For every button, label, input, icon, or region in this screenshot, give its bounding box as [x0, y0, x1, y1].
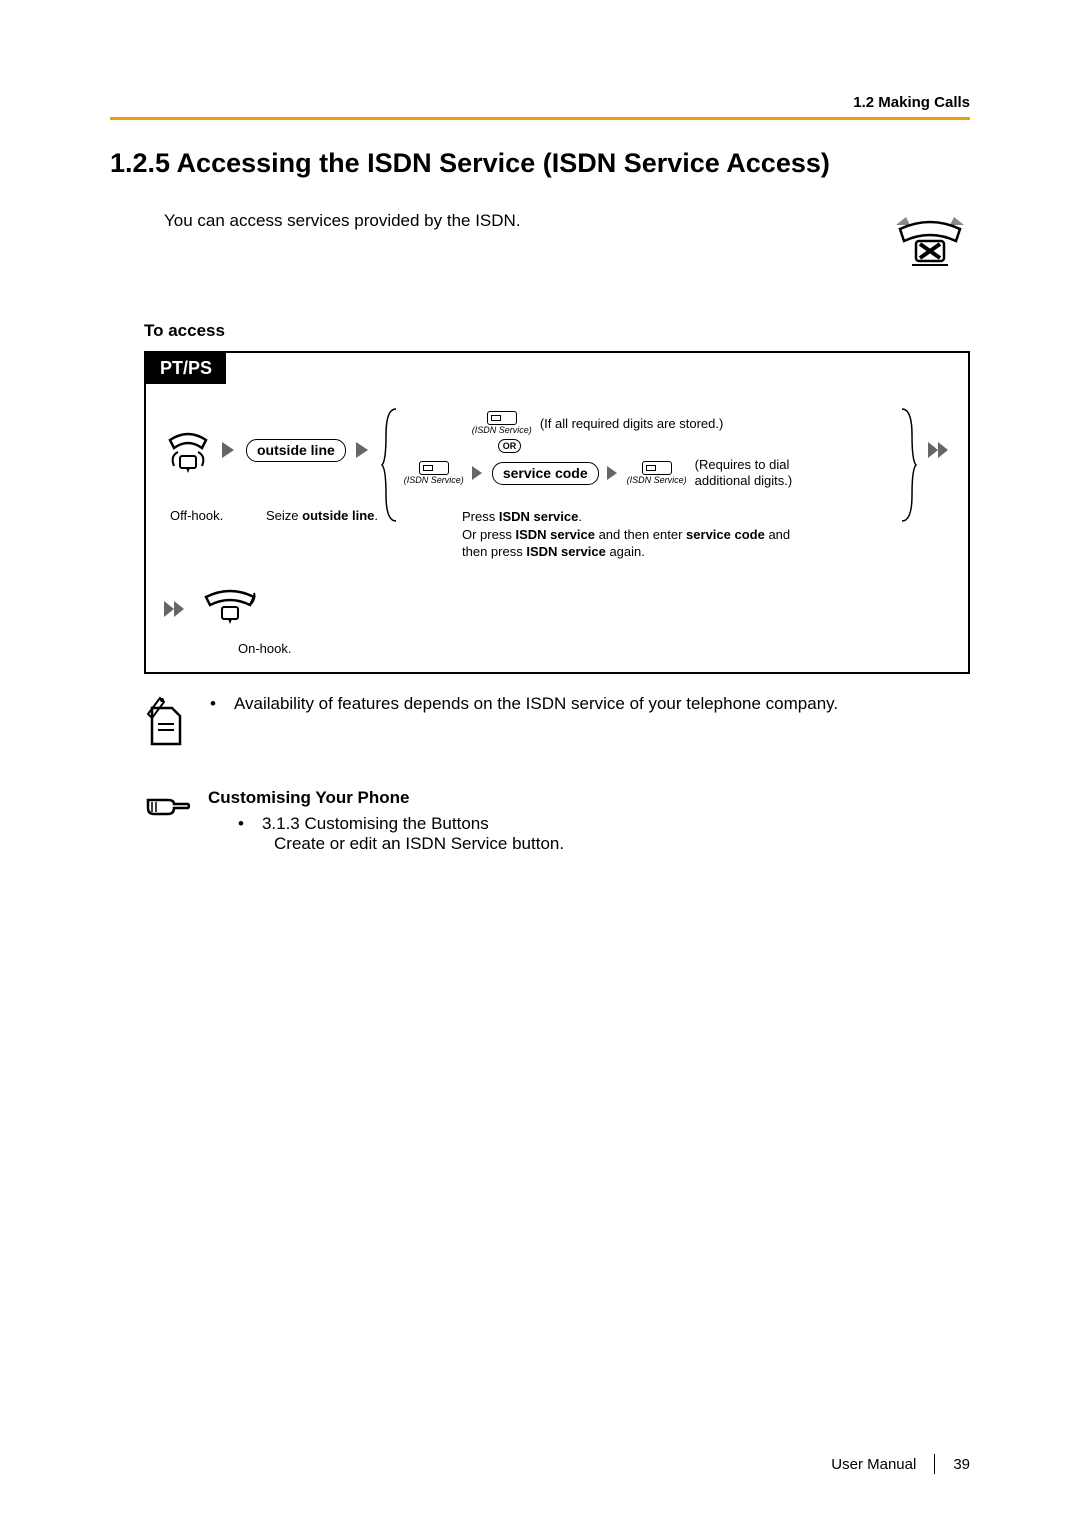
isdn-service-key: (ISDN Service) — [472, 411, 532, 435]
customising-body: Customising Your Phone • 3.1.3 Customisi… — [208, 788, 564, 854]
service-code-key: service code — [492, 462, 599, 485]
branch-inner: (ISDN Service) (If all required digits a… — [380, 411, 918, 488]
onhook-icon — [202, 585, 250, 633]
cap-text: Press — [462, 509, 499, 524]
customising-item: • 3.1.3 Customising the Buttons — [238, 814, 564, 834]
arrow-icon — [607, 466, 619, 480]
intro-row: You can access services provided by the … — [164, 211, 970, 271]
hand-point-icon — [144, 792, 190, 822]
header-rule: 1.2 Making Calls — [110, 90, 970, 120]
key-icon — [642, 461, 672, 475]
header-section: 1.2 Making Calls — [853, 94, 970, 111]
cap-bold: outside line — [302, 508, 374, 523]
cap-bold: ISDN service — [499, 509, 579, 524]
note-text: Availability of features depends on the … — [234, 694, 838, 714]
flow-row-1: outside line — [164, 400, 950, 500]
page-title: 1.2.5 Accessing the ISDN Service (ISDN S… — [110, 148, 970, 179]
cap-text: and — [765, 527, 790, 542]
cap-text: and then enter — [595, 527, 686, 542]
branch-bottom: (ISDN Service) service code (ISDN Servic… — [404, 457, 894, 488]
customising-list: • 3.1.3 Customising the Buttons Create o… — [238, 814, 564, 854]
flow-row-2 — [164, 585, 950, 633]
isdn-key-label: (ISDN Service) — [404, 476, 464, 485]
customising-item-text: 3.1.3 Customising the Buttons — [262, 814, 489, 834]
branch-top: (ISDN Service) (If all required digits a… — [404, 411, 894, 435]
outside-line-key: outside line — [246, 439, 346, 462]
customising-title: Customising Your Phone — [208, 788, 564, 808]
key-icon — [487, 411, 517, 425]
cap-text: Seize — [266, 508, 302, 523]
annot-requires-dial: (Requires to dial additional digits.) — [695, 457, 793, 488]
cap-text: Or press — [462, 527, 515, 542]
continue-arrow-icon — [928, 442, 950, 458]
arrow-icon — [472, 466, 484, 480]
or-label: OR — [498, 439, 522, 453]
procedure-box: PT/PS outside line — [144, 351, 970, 674]
branch-group: (ISDN Service) (If all required digits a… — [380, 411, 918, 488]
cap-bold: ISDN service — [526, 544, 606, 559]
footer-label: User Manual — [831, 1456, 916, 1473]
isdn-key-label: (ISDN Service) — [627, 476, 687, 485]
offhook-icon — [164, 426, 212, 474]
isdn-key-label: (ISDN Service) — [472, 426, 532, 435]
captions-row: Off-hook. Seize outside line. Press ISDN… — [164, 508, 950, 561]
cap-text: then press — [462, 544, 526, 559]
cap-text: . — [578, 509, 582, 524]
arrow-icon — [356, 442, 370, 458]
arrow-icon — [222, 442, 236, 458]
notepad-icon — [144, 694, 188, 748]
continue-arrow-icon — [164, 601, 186, 617]
phone-disabled-icon — [890, 211, 970, 271]
intro-text: You can access services provided by the … — [164, 211, 850, 231]
isdn-service-key: (ISDN Service) — [404, 461, 464, 485]
isdn-service-key: (ISDN Service) — [627, 461, 687, 485]
cap-bold: ISDN service — [515, 527, 595, 542]
footer: User Manual 39 — [831, 1454, 970, 1474]
caption-offhook: Off-hook. — [170, 508, 256, 523]
annot-all-digits: (If all required digits are stored.) — [540, 416, 724, 432]
cap-text: . — [374, 508, 378, 523]
caption-press: Press ISDN service. Or press ISDN servic… — [462, 508, 790, 561]
cap-bold: service code — [686, 527, 765, 542]
bullet-dot: • — [238, 814, 244, 834]
annot-line1: (Requires to dial — [695, 457, 790, 472]
key-icon — [419, 461, 449, 475]
cap-text: again. — [606, 544, 645, 559]
customising-row: Customising Your Phone • 3.1.3 Customisi… — [144, 788, 970, 854]
note-row: • Availability of features depends on th… — [144, 694, 970, 748]
note-body: • Availability of features depends on th… — [210, 694, 838, 714]
customising-desc: Create or edit an ISDN Service button. — [274, 834, 564, 854]
left-brace-icon — [380, 405, 400, 525]
annot-line2: additional digits.) — [695, 473, 793, 488]
page: 1.2 Making Calls 1.2.5 Accessing the ISD… — [0, 0, 1080, 1528]
device-tab: PT/PS — [146, 353, 226, 384]
sub-heading: To access — [144, 321, 970, 341]
caption-onhook: On-hook. — [238, 641, 950, 656]
footer-page: 39 — [953, 1456, 970, 1473]
diagram-body: outside line — [146, 384, 968, 672]
footer-divider — [934, 1454, 935, 1474]
note-bullet: • Availability of features depends on th… — [210, 694, 838, 714]
right-brace-icon — [898, 405, 918, 525]
bullet-dot: • — [210, 694, 216, 714]
